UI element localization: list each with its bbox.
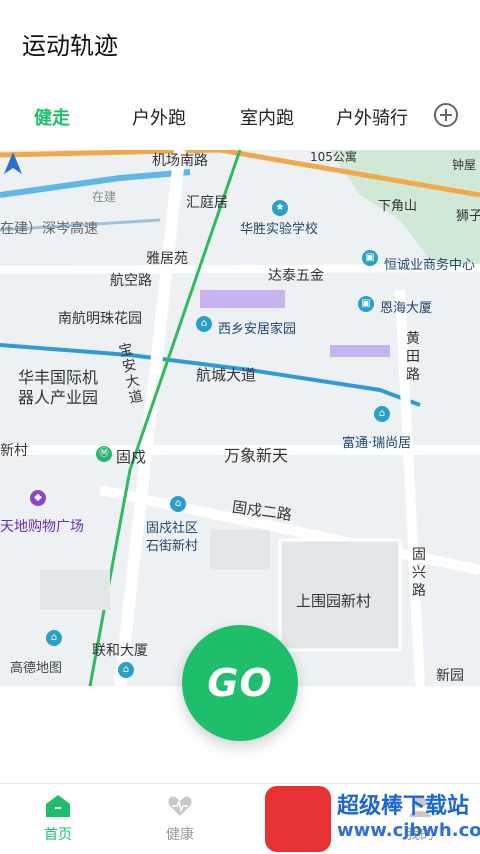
map-label-huangtian: 黄田路	[406, 331, 420, 383]
home-icon	[46, 795, 70, 817]
map-label-guxu: 固戍	[116, 448, 147, 466]
tab-outdoor-run[interactable]: 户外跑	[132, 104, 186, 130]
page-title: 运动轨迹	[22, 32, 118, 60]
map-label-wanxiang: 万象新天	[224, 446, 289, 465]
map-label-futong: 富通·瑞尚居	[342, 436, 412, 451]
nav-health[interactable]: 健康	[140, 794, 220, 844]
building-icon-2: ▣	[358, 296, 374, 312]
home-icon-5: ⌂	[118, 662, 134, 678]
map-label-jichang: 机场南路	[152, 153, 208, 169]
map-label-bus105: 105公寓	[310, 150, 357, 164]
watermark: 超级棒下载站 www.cjbwh.com	[265, 786, 480, 852]
metro-icon: Ⓜ	[96, 446, 112, 462]
map-label-hengcheng: 恒诚业商务中心	[384, 258, 476, 273]
nav-home-label: 首页	[44, 827, 72, 843]
map-label-tiandi: 天地购物广场	[0, 519, 84, 535]
tab-walk[interactable]: 健走	[34, 104, 70, 130]
sport-tabs: 健走 户外跑 室内跑 户外骑行	[0, 92, 480, 150]
map-label-huasheng: 华胜实验学校	[240, 222, 319, 237]
tab-indoor-run[interactable]: 室内跑	[240, 104, 294, 130]
map-label-xixiang: 西乡安居家园	[218, 322, 297, 337]
watermark-text: 超级棒下载站	[337, 794, 470, 819]
current-location-icon	[4, 152, 22, 174]
home-icon-3: ⌂	[170, 496, 186, 512]
watermark-url: www.cjbwh.com	[337, 820, 480, 841]
map-label-nanhang: 南航明珠花园	[58, 311, 142, 327]
map-label-shangwei: 上围园新村	[296, 592, 372, 610]
gaode-logo: 高德地图	[10, 661, 63, 676]
go-button-label: GO	[207, 661, 273, 705]
map-label-hangcheng: 航城大道	[196, 366, 257, 384]
nav-health-label: 健康	[166, 827, 194, 843]
nav-home[interactable]: 首页	[18, 794, 98, 844]
map-label-guxuhouse: 固戍社区石街新村	[146, 521, 199, 554]
school-icon: ★	[272, 200, 288, 216]
map-label-zhonglou: 钟屋	[452, 158, 477, 172]
home-icon: ⌂	[196, 316, 212, 332]
home-icon-4: ⌂	[46, 630, 62, 646]
watermark-logo-icon	[265, 786, 331, 852]
map-label-shizi: 狮子	[456, 209, 480, 224]
add-tab-icon[interactable]	[434, 103, 458, 127]
map-label-xinyuan: 新园	[436, 668, 464, 684]
map-label-huafeng: 华丰国际机器人产业园	[18, 368, 99, 407]
map-label-huitingju: 汇庭居	[186, 195, 228, 211]
map-label-xiajiaoshan: 下角山	[378, 199, 418, 214]
map-label-express: 在建）深岑高速	[0, 221, 98, 237]
map-label-lianhe: 联和大厦	[92, 643, 148, 659]
map-label-enhai: 恩海大厦	[380, 301, 433, 316]
building-icon: ▣	[362, 250, 378, 266]
heart-icon	[168, 796, 192, 816]
map-label-guxinglu: 固兴路	[412, 547, 426, 599]
map-label-zaijian: 在建	[92, 190, 117, 204]
map-label-yajuyuan: 雅居苑	[146, 251, 188, 267]
map-label-hangkonglu: 航空路	[110, 273, 152, 289]
home-icon-2: ⌂	[374, 406, 390, 422]
app-header: 运动轨迹	[0, 0, 480, 92]
shopping-icon: ◆	[30, 490, 46, 506]
map-label-xincun: 新村	[0, 443, 28, 459]
tab-outdoor-cycling[interactable]: 户外骑行	[336, 104, 408, 130]
go-button[interactable]: GO	[182, 625, 298, 741]
map-view[interactable]: 机场南路 105公寓 钟屋 狮子 下角山 在建 在建）深岑高速 汇庭居 ★ 华胜…	[0, 150, 480, 686]
map-label-dataiwujin: 达泰五金	[268, 268, 324, 284]
